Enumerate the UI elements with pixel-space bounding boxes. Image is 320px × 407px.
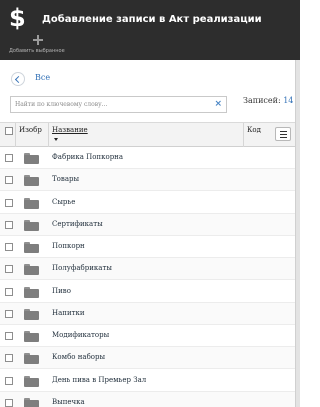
scrollbar[interactable] (295, 60, 300, 407)
folder-icon (24, 398, 39, 407)
add-selected-button[interactable]: Добавить выбранное (9, 48, 65, 55)
folder-icon (24, 242, 39, 253)
folder-icon (24, 175, 39, 186)
table-row[interactable]: Полуфабрикаты (0, 258, 295, 280)
row-checkbox[interactable] (5, 310, 13, 318)
row-name: Сертификаты (52, 220, 103, 228)
column-header-code[interactable]: Код (247, 126, 261, 135)
row-checkbox[interactable] (5, 265, 13, 273)
table-row[interactable]: Напитки (0, 303, 295, 325)
column-header-image[interactable]: Изобр (19, 126, 42, 135)
all-link[interactable]: Все (35, 73, 50, 83)
row-checkbox[interactable] (5, 354, 13, 362)
records-count: Записей: 14 (243, 96, 293, 106)
row-checkbox[interactable] (5, 288, 13, 296)
table-row[interactable]: Товары (0, 169, 295, 191)
row-checkbox[interactable] (5, 243, 13, 251)
table-row[interactable]: Попкорн (0, 236, 295, 258)
table-row[interactable]: Фабрика Попкорна (0, 147, 295, 169)
folder-icon (24, 331, 39, 342)
top-bar: $ Добавление записи в Акт реализации Доб… (0, 0, 300, 60)
folder-icon (24, 309, 39, 320)
table-header: Изобр Название Код (0, 122, 295, 147)
table-row[interactable]: Выпечка (0, 392, 295, 407)
table-row[interactable]: Комбо наборы (0, 347, 295, 369)
clear-icon[interactable]: × (214, 98, 222, 111)
row-name: Комбо наборы (52, 353, 106, 361)
row-name: Пиво (52, 287, 71, 295)
records-number: 14 (283, 96, 294, 105)
plus-icon[interactable] (33, 35, 43, 45)
records-label: Записей: (243, 96, 281, 105)
row-name: Фабрика Попкорна (52, 153, 124, 161)
table-row[interactable]: Сертификаты (0, 214, 295, 236)
sort-down-icon (54, 138, 58, 141)
table-row[interactable]: Пиво (0, 281, 295, 303)
row-checkbox[interactable] (5, 199, 13, 207)
row-name: Сырье (52, 198, 76, 206)
folder-icon (24, 376, 39, 387)
column-header-name[interactable]: Название (52, 126, 88, 135)
back-arrow-icon[interactable] (11, 72, 25, 86)
row-checkbox[interactable] (5, 332, 13, 340)
folder-icon (24, 220, 39, 231)
table-row[interactable]: Сырье (0, 192, 295, 214)
row-name: Полуфабрикаты (52, 264, 112, 272)
page-title: Добавление записи в Акт реализации (42, 14, 262, 25)
folder-icon (24, 353, 39, 364)
folder-icon (24, 153, 39, 164)
row-name: Товары (52, 175, 80, 183)
dollar-icon: $ (9, 4, 26, 32)
row-checkbox[interactable] (5, 221, 13, 229)
row-checkbox[interactable] (5, 377, 13, 385)
row-name: Модификаторы (52, 331, 110, 339)
table-row[interactable]: День пива в Премьер Зал (0, 370, 295, 392)
column-divider (48, 123, 49, 147)
select-all-checkbox[interactable] (5, 127, 13, 135)
folder-icon (24, 198, 39, 209)
row-checkbox[interactable] (5, 176, 13, 184)
column-menu-button[interactable] (275, 127, 291, 141)
row-checkbox[interactable] (5, 154, 13, 162)
row-name: Напитки (52, 309, 85, 317)
search-input[interactable] (15, 97, 211, 112)
row-name: Попкорн (52, 242, 85, 250)
folder-icon (24, 264, 39, 275)
row-name: Выпечка (52, 398, 85, 406)
column-divider (243, 123, 244, 147)
search-box: × (10, 96, 227, 113)
row-name: День пива в Премьер Зал (52, 376, 147, 384)
table-row[interactable]: Модификаторы (0, 325, 295, 347)
folder-icon (24, 287, 39, 298)
row-checkbox[interactable] (5, 399, 13, 407)
column-divider (15, 123, 16, 147)
